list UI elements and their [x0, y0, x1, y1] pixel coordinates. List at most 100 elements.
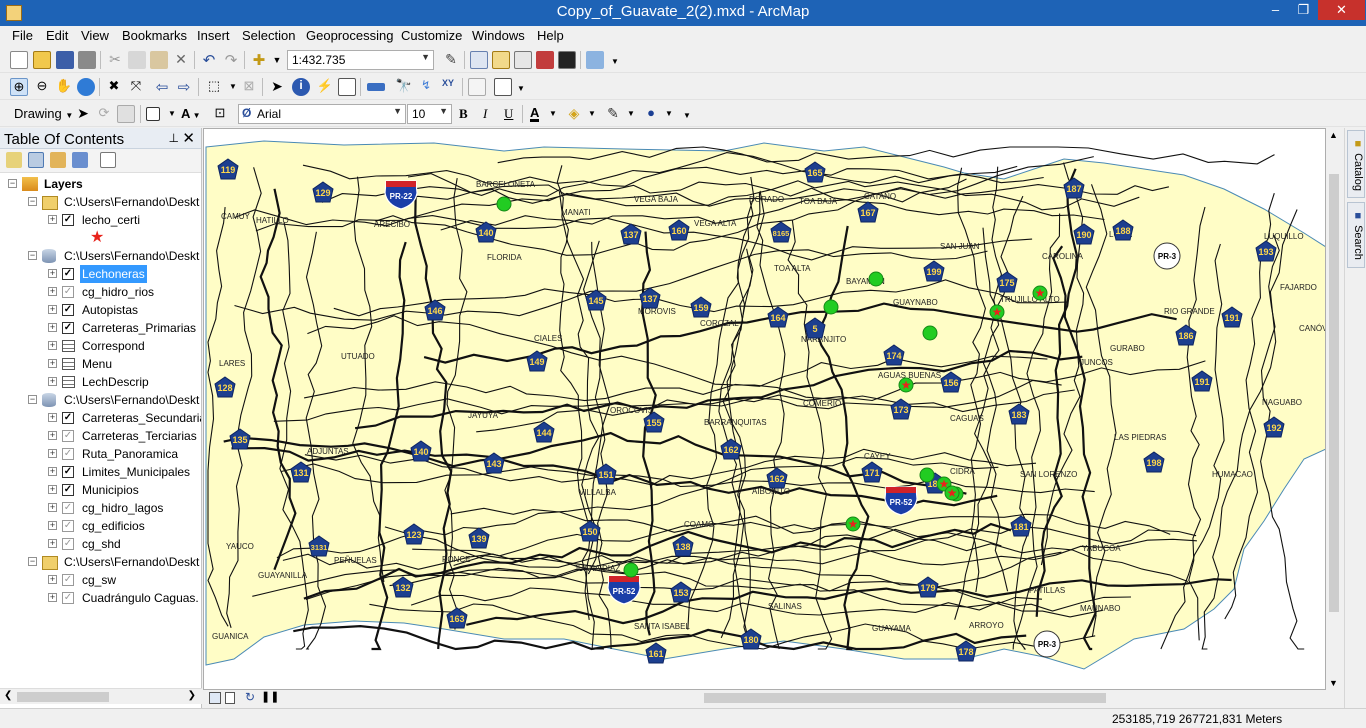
edit-vertices-icon[interactable]: ⊡ [211, 105, 229, 123]
clear-selection-icon[interactable]: ⊠ [240, 78, 258, 96]
layer-visibility-checkbox[interactable]: ✓ [62, 484, 74, 496]
select-features-icon[interactable]: ⬚ [205, 78, 223, 96]
pan-icon[interactable]: ✋ [55, 78, 73, 96]
layer-visibility-checkbox[interactable]: ✓ [62, 520, 74, 532]
layer-visibility-checkbox[interactable]: ✓ [62, 466, 74, 478]
map-vertical-scrollbar[interactable]: ▲ ▼ [1326, 128, 1342, 690]
line-color-icon[interactable]: ✎ [604, 105, 622, 123]
fixed-zoom-in-icon[interactable]: ✖ [105, 78, 123, 96]
toc-item[interactable]: − Layers [0, 175, 201, 193]
create-viewer-icon[interactable] [494, 78, 512, 96]
toc-item[interactable]: + ✓ cg_hidro_rios [0, 283, 201, 301]
identify-icon[interactable]: i [292, 78, 310, 96]
add-data-dropdown-icon[interactable]: ▼ [268, 51, 286, 69]
expand-toggle-icon[interactable]: + [48, 449, 57, 458]
list-by-drawing-order-icon[interactable] [6, 152, 22, 168]
scroll-up-icon[interactable]: ▲ [1329, 130, 1338, 140]
new-text-button[interactable]: A ▼ [181, 106, 201, 121]
toc-item[interactable]: − C:\Users\Fernando\Deskt [0, 391, 201, 409]
toc-item[interactable]: + ✓ Carreteras_Secundaria [0, 409, 201, 427]
full-extent-icon[interactable] [77, 78, 95, 96]
menu-view[interactable]: View [81, 28, 109, 43]
toc-item[interactable]: + ✓ cg_hidro_lagos [0, 499, 201, 517]
model-builder-icon[interactable] [586, 51, 604, 69]
search-window-icon[interactable] [514, 51, 532, 69]
fill-color-icon[interactable]: ◈ [565, 105, 583, 123]
back-extent-icon[interactable]: ⇦ [153, 78, 171, 96]
font-color-button[interactable]: A [530, 106, 540, 122]
toc-item[interactable]: + LechDescrip [0, 373, 201, 391]
lechonera-point[interactable] [823, 299, 839, 315]
fixed-zoom-out-icon[interactable]: ⤧ [127, 78, 145, 96]
expand-toggle-icon[interactable]: + [48, 413, 57, 422]
undo-icon[interactable]: ↶ [200, 51, 218, 69]
open-folder-icon[interactable] [33, 51, 51, 69]
delete-icon[interactable]: ✕ [172, 51, 190, 69]
expand-toggle-icon[interactable]: + [48, 305, 57, 314]
toc-item[interactable]: − C:\Users\Fernando\Deskt [0, 247, 201, 265]
lechonera-point[interactable] [496, 196, 512, 212]
layout-view-icon[interactable] [225, 692, 235, 704]
expand-toggle-icon[interactable]: + [48, 431, 57, 440]
expand-toggle-icon[interactable]: − [8, 179, 17, 188]
toolbar-overflow-icon[interactable]: ▼ [606, 51, 624, 69]
layer-visibility-checkbox[interactable]: ✓ [62, 574, 74, 586]
layer-visibility-checkbox[interactable]: ✓ [62, 286, 74, 298]
refresh-icon[interactable]: ↻ [245, 690, 255, 704]
layer-visibility-checkbox[interactable]: ✓ [62, 430, 74, 442]
paste-icon[interactable] [150, 51, 168, 69]
menu-file[interactable]: File [12, 28, 33, 43]
pause-drawing-icon[interactable]: ❚❚ [261, 690, 279, 703]
copy-icon[interactable] [128, 51, 146, 69]
toc-item[interactable]: + ✓ cg_shd [0, 535, 201, 553]
marker-color-dropdown-icon[interactable]: ▼ [660, 105, 678, 123]
expand-toggle-icon[interactable]: + [48, 503, 57, 512]
toc-scroll-thumb[interactable] [17, 692, 109, 702]
layer-visibility-checkbox[interactable]: ✓ [62, 448, 74, 460]
italic-button[interactable]: I [483, 106, 487, 122]
time-slider-icon[interactable] [468, 78, 486, 96]
toc-item[interactable]: + ✓ Cuadrángulo Caguas. [0, 589, 201, 607]
menu-windows[interactable]: Windows [472, 28, 525, 43]
data-view-icon[interactable] [209, 692, 221, 704]
map-display[interactable]: BARCELONETA CAMUY HATILLO ARECIBO MANATI VEGA… [203, 128, 1326, 690]
list-by-selection-icon[interactable] [72, 152, 88, 168]
measure-icon[interactable] [367, 83, 385, 91]
arctoolbox-icon[interactable] [536, 51, 554, 69]
rectangle-icon[interactable] [146, 107, 160, 121]
toc-close-icon[interactable]: ✕ [182, 129, 195, 147]
expand-toggle-icon[interactable]: + [48, 485, 57, 494]
add-data-icon[interactable]: ✚ [250, 51, 268, 69]
menu-geoprocessing[interactable]: Geoprocessing [306, 28, 393, 43]
expand-toggle-icon[interactable]: + [48, 359, 57, 368]
layer-visibility-checkbox[interactable]: ✓ [62, 412, 74, 424]
zoom-out-icon[interactable]: ⊖ [33, 78, 51, 96]
expand-toggle-icon[interactable]: + [48, 593, 57, 602]
map-canvas[interactable]: BARCELONETA CAMUY HATILLO ARECIBO MANATI VEGA… [204, 129, 1326, 690]
redo-icon[interactable]: ↷ [222, 51, 240, 69]
new-document-icon[interactable] [10, 51, 28, 69]
underline-button[interactable]: U [504, 106, 513, 122]
close-button[interactable]: ✕ [1318, 0, 1365, 20]
scroll-left-icon[interactable]: ❮ [4, 690, 12, 701]
font-name-combo[interactable]: Ø Arial ▼ [238, 104, 406, 124]
expand-toggle-icon[interactable]: + [48, 575, 57, 584]
toc-item[interactable]: ★ [0, 229, 201, 247]
forward-extent-icon[interactable]: ⇨ [175, 78, 193, 96]
toc-item[interactable]: + ✓ Municipios [0, 481, 201, 499]
expand-toggle-icon[interactable]: − [28, 395, 37, 404]
go-to-xy-icon[interactable]: XY [439, 78, 457, 96]
find-route-icon[interactable]: ↯ [417, 78, 435, 96]
find-icon[interactable]: 🔭 [395, 78, 413, 96]
minimize-button[interactable]: – [1262, 0, 1289, 20]
marker-color-icon[interactable]: ● [642, 105, 660, 123]
catalog-tab[interactable]: ■ Catalog [1347, 130, 1365, 198]
expand-toggle-icon[interactable]: + [48, 539, 57, 548]
map-horizontal-scrollbar[interactable] [280, 690, 1326, 706]
toc-item[interactable]: + ✓ Carreteras_Primarias [0, 319, 201, 337]
hyperlink-icon[interactable]: ⚡ [316, 78, 334, 96]
zoom-to-elements-icon[interactable] [117, 105, 135, 123]
font-color-dropdown-icon[interactable]: ▼ [544, 105, 562, 123]
scroll-down-icon[interactable]: ▼ [1329, 678, 1338, 688]
map-scale-combo[interactable]: 1:432.735 ▼ [287, 50, 434, 70]
